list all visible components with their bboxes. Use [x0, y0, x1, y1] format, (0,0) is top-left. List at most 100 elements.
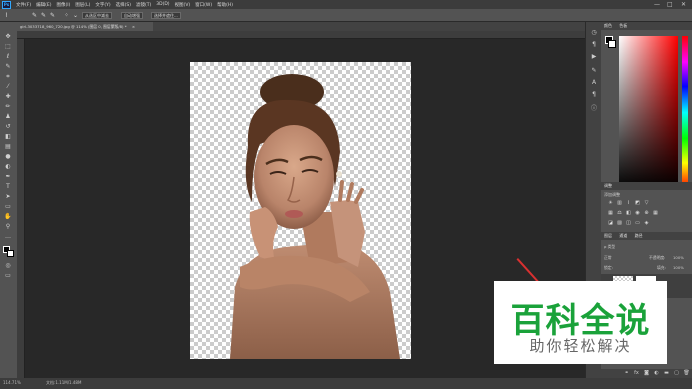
selective-color-icon[interactable]: ◈ — [643, 220, 650, 226]
document-tab[interactable]: girl-3033718_960_720.jpg @ 114% (图层 0, 图… — [17, 22, 153, 31]
crop-icon[interactable]: ⌗ — [3, 73, 13, 81]
menu-help[interactable]: 帮助(H) — [217, 2, 233, 8]
new-selection-icon[interactable]: ✎ — [31, 12, 38, 19]
pen-icon[interactable]: ✒ — [3, 173, 13, 181]
paragraph-icon[interactable]: ¶ — [590, 91, 598, 99]
fill-label: 填充: — [657, 265, 666, 270]
opacity-label: 不透明度: — [649, 255, 666, 260]
levels-icon[interactable]: ▥ — [616, 200, 623, 206]
new-group-icon[interactable]: ▬ — [663, 370, 670, 377]
photoshop-logo: Ps — [2, 0, 11, 9]
color-balance-icon[interactable]: ⚖ — [616, 210, 623, 216]
maximize-icon[interactable]: □ — [667, 1, 673, 8]
properties-icon[interactable]: ¶ — [590, 41, 598, 49]
menu-view[interactable]: 视图(V) — [175, 2, 191, 8]
vibrance-icon[interactable]: ▽ — [643, 200, 650, 206]
auto-enhance-button[interactable]: 自动增强 — [121, 12, 143, 19]
stamp-icon[interactable]: ♟ — [3, 113, 13, 121]
menu-layer[interactable]: 图层(L) — [75, 2, 90, 8]
minimize-icon[interactable]: — — [654, 1, 660, 8]
tab-paths[interactable]: 路径 — [635, 233, 643, 238]
blend-mode-select[interactable]: 正常 — [604, 255, 612, 261]
tab-channels[interactable]: 通道 — [619, 233, 627, 238]
link-layers-icon[interactable]: ⚭ — [623, 370, 630, 377]
tool-preset-icon[interactable]: ⌇ — [3, 12, 10, 19]
menu-window[interactable]: 窗口(W) — [195, 2, 212, 8]
photo-filter-icon[interactable]: ◉ — [634, 210, 641, 216]
zoom-level[interactable]: 114.71% — [3, 380, 21, 385]
brightness-icon[interactable]: ☀ — [607, 200, 614, 206]
gradient-icon[interactable]: ▤ — [3, 143, 13, 151]
new-adjustment-icon[interactable]: ◐ — [653, 370, 660, 377]
invert-icon[interactable]: ◪ — [607, 220, 614, 226]
add-selection-icon[interactable]: ✎ — [40, 12, 47, 19]
tab-close-icon[interactable]: × — [132, 24, 135, 29]
document-info[interactable]: 文档:1.11M/1.48M — [46, 380, 81, 386]
info-icon[interactable]: ⓘ — [590, 105, 598, 113]
color-lookup-icon[interactable]: ▦ — [652, 210, 659, 216]
path-select-icon[interactable]: ➤ — [3, 193, 13, 201]
black-white-icon[interactable]: ◧ — [625, 210, 632, 216]
screen-mode-icon[interactable]: ▭ — [3, 272, 13, 280]
menu-image[interactable]: 图像(I) — [56, 2, 70, 8]
document-canvas[interactable] — [190, 62, 411, 359]
menu-type[interactable]: 文字(Y) — [95, 2, 110, 8]
subtract-selection-icon[interactable]: ✎ — [49, 12, 56, 19]
curves-icon[interactable]: ⌇ — [625, 200, 632, 206]
tab-adjustments[interactable]: 调整 — [604, 183, 612, 188]
brush-settings-icon[interactable]: ✎ — [590, 67, 598, 75]
eyedropper-icon[interactable]: ⁄ — [3, 83, 13, 91]
blur-icon[interactable]: ● — [3, 153, 13, 161]
quick-select-icon[interactable]: ✎ — [3, 63, 13, 71]
tab-layers[interactable]: 图层 — [604, 233, 612, 238]
layer-style-icon[interactable]: fx — [633, 370, 640, 377]
tab-swatches[interactable]: 色板 — [619, 23, 627, 28]
gradient-map-icon[interactable]: ▭ — [634, 220, 641, 226]
menu-file[interactable]: 文件(F) — [16, 2, 31, 8]
add-mask-icon[interactable]: ◙ — [643, 370, 650, 377]
opacity-value[interactable]: 100% — [673, 255, 684, 260]
subtract-button[interactable]: 从选区中减去 — [82, 12, 112, 19]
layer-kind-filter[interactable]: ρ 类型 — [604, 244, 615, 250]
select-and-mask-button[interactable]: 选择并遮住... — [151, 12, 181, 19]
brush-icon[interactable]: ✏ — [3, 103, 13, 111]
new-layer-icon[interactable]: ▢ — [673, 370, 680, 377]
menu-edit[interactable]: 编辑(E) — [36, 2, 51, 8]
delete-layer-icon[interactable]: 🗑 — [683, 370, 690, 377]
brush-size-icon[interactable]: ⁘ — [63, 12, 70, 19]
threshold-icon[interactable]: ◫ — [625, 220, 632, 226]
background-color-swatch[interactable] — [7, 250, 14, 257]
play-icon[interactable]: ▶ — [590, 53, 598, 61]
fill-value[interactable]: 100% — [673, 265, 684, 270]
history-brush-icon[interactable]: ↺ — [3, 123, 13, 131]
menu-3d[interactable]: 3D(D) — [156, 2, 169, 7]
history-icon[interactable]: ◷ — [590, 29, 598, 37]
hand-icon[interactable]: ✋ — [3, 213, 13, 221]
more-tools-icon[interactable]: … — [3, 233, 13, 241]
channel-mixer-icon[interactable]: ⊕ — [643, 210, 650, 216]
chevron-down-icon[interactable]: ⌄ — [72, 12, 79, 19]
menu-filter[interactable]: 滤镜(T) — [136, 2, 151, 8]
quick-mask-icon[interactable]: ◎ — [3, 262, 13, 270]
posterize-icon[interactable]: ▨ — [616, 220, 623, 226]
rectangle-icon[interactable]: ▭ — [3, 203, 13, 211]
close-icon[interactable]: ✕ — [681, 1, 686, 8]
lasso-icon[interactable]: ℓ — [3, 53, 13, 61]
color-picker-field[interactable] — [619, 36, 678, 189]
healing-icon[interactable]: ✚ — [3, 93, 13, 101]
marquee-icon[interactable]: ⬚ — [3, 43, 13, 51]
zoom-icon[interactable]: ⚲ — [3, 223, 13, 231]
layers-panel-header: 图层 通道 路径 — [601, 232, 692, 240]
tab-color[interactable]: 颜色 — [604, 23, 612, 28]
dodge-icon[interactable]: ◐ — [3, 163, 13, 171]
hue-slider[interactable] — [682, 36, 688, 189]
hue-saturation-icon[interactable]: ▦ — [607, 210, 614, 216]
exposure-icon[interactable]: ◩ — [634, 200, 641, 206]
move-icon[interactable]: ✥ — [3, 33, 13, 41]
type-icon[interactable]: T — [3, 183, 13, 191]
menu-select[interactable]: 选择(S) — [116, 2, 131, 8]
character-icon[interactable]: A — [590, 79, 598, 87]
background-color-chip[interactable] — [608, 40, 616, 48]
adjustments-panel: 调整 添加调整 ☀ ▥ ⌇ ◩ ▽ ▦ ⚖ ◧ ◉ ⊕ ▦ ◪ ▨ ◫ ▭ ◈ — [601, 182, 692, 232]
eraser-icon[interactable]: ◧ — [3, 133, 13, 141]
